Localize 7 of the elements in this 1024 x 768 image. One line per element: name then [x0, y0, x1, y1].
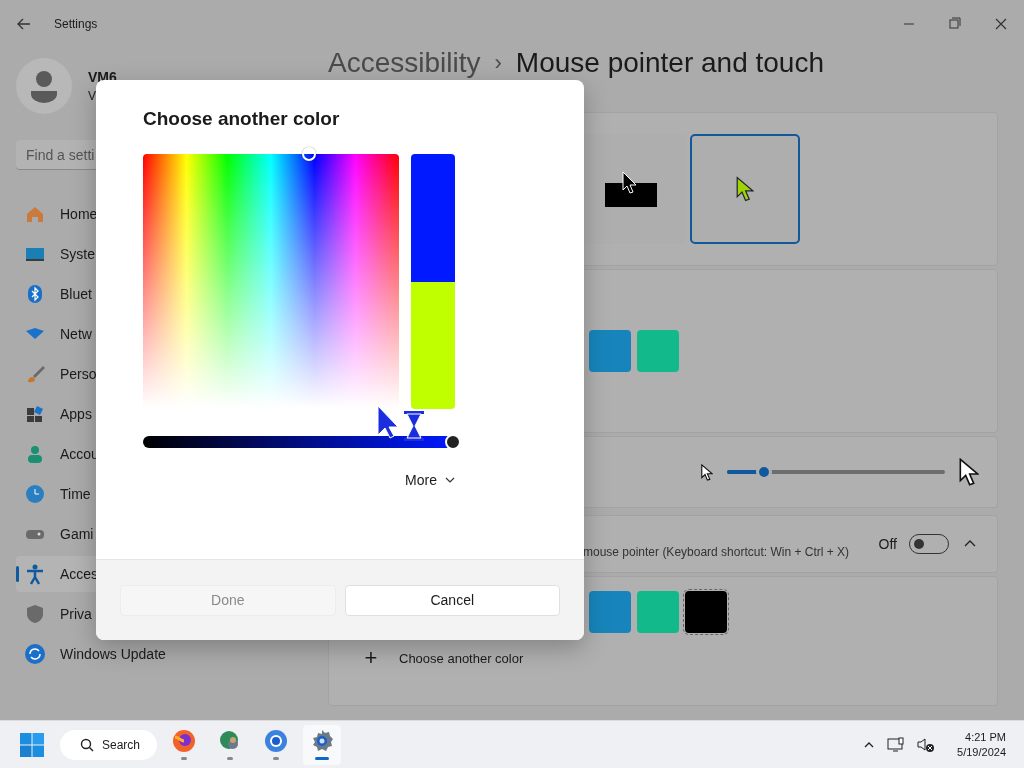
window-title: Settings: [54, 17, 98, 31]
breadcrumb-separator: ›: [494, 50, 502, 76]
setting-description: mouse pointer (Keyboard shortcut: Win + Ctrl + X): [583, 545, 850, 559]
page-title: Mouse pointer and touch: [515, 47, 825, 79]
dialog-title: Choose another color: [143, 108, 341, 130]
toggle-state-label: Off: [878, 536, 897, 552]
user-subtitle: V: [88, 89, 97, 103]
